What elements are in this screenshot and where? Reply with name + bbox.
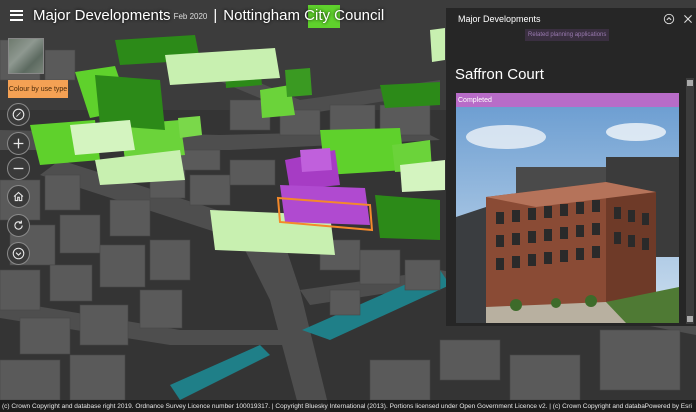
- compass-button[interactable]: [7, 103, 30, 126]
- attribution-text: (c) Crown Copyright and database right 2…: [2, 402, 645, 410]
- chevron-down-icon: [12, 247, 25, 260]
- related-planning-applications-link[interactable]: Related planning applications: [525, 29, 610, 41]
- app-header: Major Developments Feb 2020 | Nottingham…: [0, 0, 384, 30]
- attribution-bar: (c) Crown Copyright and database right 2…: [0, 400, 696, 412]
- panel-title: Major Developments: [458, 14, 541, 24]
- rotate-button[interactable]: [7, 214, 30, 237]
- panel-header: Major Developments: [446, 8, 696, 30]
- app-title: Major Developments: [33, 6, 171, 24]
- panel-scrollbar[interactable]: [686, 78, 694, 324]
- home-icon: [13, 191, 24, 202]
- close-icon[interactable]: [681, 12, 694, 25]
- zoom-out-icon: [13, 167, 24, 170]
- app-date: Feb 2020: [173, 11, 208, 21]
- rotate-icon: [14, 220, 23, 230]
- feature-title: Saffron Court: [455, 66, 544, 83]
- basemap-thumbnail[interactable]: [8, 38, 44, 74]
- powered-by-esri[interactable]: Powered by Esri: [645, 403, 696, 410]
- home-button[interactable]: [7, 185, 30, 208]
- title-separator: |: [213, 6, 218, 24]
- development-photo: [456, 107, 679, 323]
- menu-icon[interactable]: [10, 9, 23, 21]
- zoom-out-button[interactable]: [7, 157, 30, 180]
- zoom-in-button[interactable]: [7, 132, 30, 155]
- collapse-icon[interactable]: [662, 12, 675, 25]
- scroll-down-arrow[interactable]: [687, 316, 693, 322]
- colour-by-use-type-button[interactable]: Colour by use type: [8, 80, 68, 98]
- compass-icon: [12, 108, 25, 121]
- app-organization: Nottingham City Council: [223, 6, 385, 24]
- status-badge: Completed: [456, 93, 679, 107]
- zoom-in-icon: [13, 138, 24, 149]
- scroll-up-arrow[interactable]: [687, 80, 693, 86]
- expand-button[interactable]: [7, 242, 30, 265]
